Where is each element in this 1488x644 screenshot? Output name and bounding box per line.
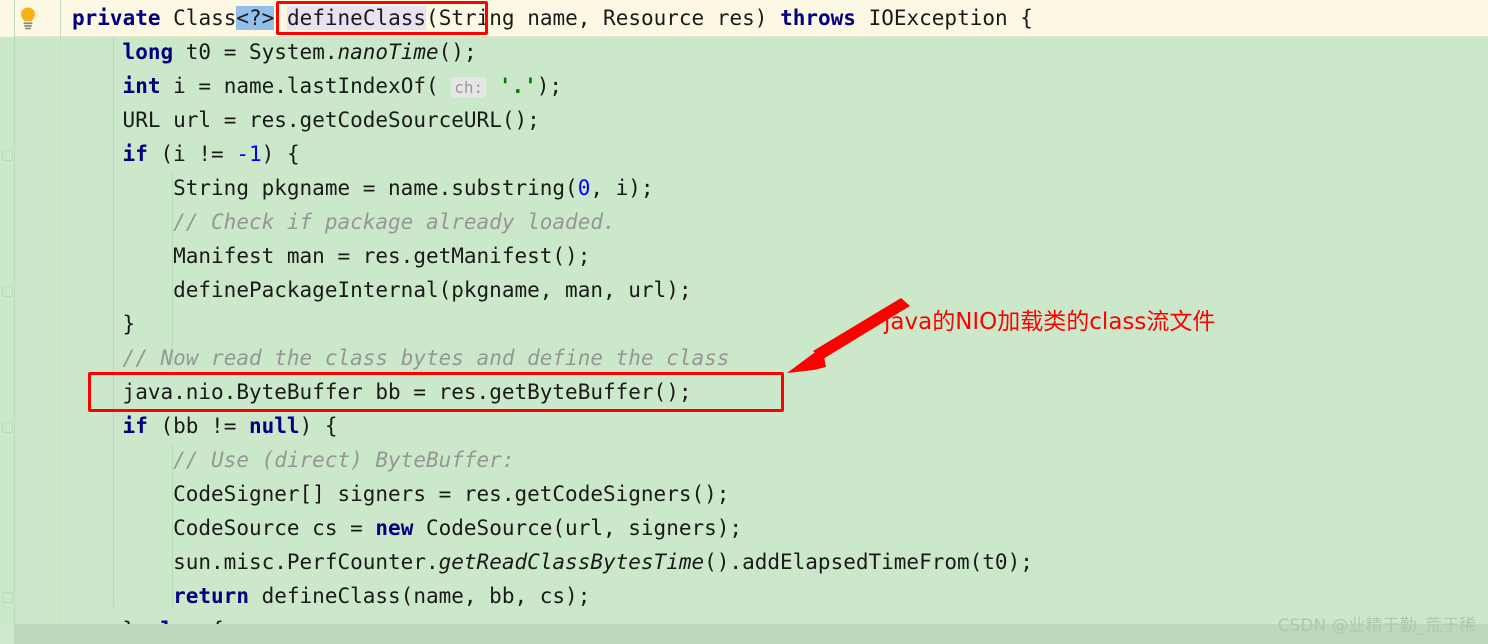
code-token: // Use (direct) ByteBuffer: [173,448,515,472]
code-token: URL url = res.getCodeSourceURL(); [122,108,540,132]
code-token: long [122,40,174,64]
code-token: getReadClassBytesTime [438,550,705,574]
code-token: (); [438,40,477,64]
code-line[interactable]: URL url = res.getCodeSourceURL(); [123,103,540,137]
code-line[interactable]: if (i != -1) { [123,137,300,171]
code-token: return [173,584,249,608]
code-line[interactable]: definePackageInternal(pkgname, man, url)… [173,273,691,307]
code-token: ().addElapsedTimeFrom(t0); [704,550,1033,574]
code-token: Class [160,6,237,30]
annotation-note: java的NIO加载类的class流文件 [884,309,1216,335]
code-line[interactable]: // Use (direct) ByteBuffer: [173,443,514,477]
code-token: ) { [299,414,338,438]
code-token: (String name, Resource res) [426,6,781,30]
code-token: defineClass(name, bb, cs); [248,584,591,608]
code-editor-screenshot: private Class<?> defineClass(String name… [0,0,1488,644]
code-token: definePackageInternal(pkgname, man, url)… [173,278,692,302]
code-token: new [375,516,414,540]
code-line[interactable]: long t0 = System.nanoTime(); [123,35,477,69]
code-line[interactable]: // Now read the class bytes and define t… [123,341,730,375]
code-token: java.nio.ByteBuffer bb = res.getByteBuff… [122,380,692,404]
code-token: CodeSource cs = [173,516,376,540]
code-token: // Now read the class bytes and define t… [122,346,730,370]
code-line[interactable]: CodeSource cs = new CodeSource(url, sign… [173,511,742,545]
code-token: 0 [577,176,591,200]
code-token: } [122,312,136,336]
code-token: sun.misc.PerfCounter. [173,550,439,574]
code-token: Manifest man = res.getManifest(); [173,244,591,268]
code-token: ) { [261,142,300,166]
code-line[interactable]: CodeSigner[] signers = res.getCodeSigner… [173,477,729,511]
editor-bottom-band-gutter [0,624,14,644]
code-token: (bb != [147,414,249,438]
code-token: if [122,142,148,166]
code-line[interactable]: int i = name.lastIndexOf( ch: '.'); [122,69,563,103]
code-token: t0 = System. [173,40,338,64]
code-token: throws [780,6,856,30]
code-token: <?> [236,6,275,30]
code-token: i = name.lastIndexOf( [160,74,452,98]
code-token: defineClass [286,6,427,30]
code-token: int [122,74,161,98]
editor-bottom-band [14,624,1488,644]
code-line[interactable]: if (bb != null) { [123,409,338,443]
code-line[interactable]: } [123,307,136,341]
code-token: if [122,414,148,438]
annotation-arrow [770,285,930,390]
code-line[interactable]: sun.misc.PerfCounter.getReadClassBytesTi… [173,545,1033,579]
code-line[interactable]: return defineClass(name, bb, cs); [173,579,590,613]
code-line[interactable]: // Check if package already loaded. [173,205,616,239]
watermark: CSDN @业精于勤_荒于稀 [1277,616,1476,636]
code-token: -1 [236,142,262,166]
code-token: CodeSource(url, signers); [413,516,743,540]
code-token: CodeSigner[] signers = res.getCodeSigner… [173,482,730,506]
code-token: IOException { [855,6,1033,30]
code-line[interactable]: Manifest man = res.getManifest(); [173,239,590,273]
code-token: private [72,6,161,30]
code-token: ); [536,74,563,98]
code-token: ch: [451,77,487,98]
code-token: String pkgname = name.substring( [173,176,578,200]
code-content[interactable]: private Class<?> defineClass(String name… [0,0,1488,644]
code-line[interactable]: String pkgname = name.substring(0, i); [173,171,653,205]
code-token: , i); [590,176,654,200]
code-line[interactable]: private Class<?> defineClass(String name… [72,1,1033,35]
code-token: (i != [147,142,237,166]
code-token: '.' [498,74,537,98]
code-token: nanoTime [337,40,439,64]
code-token: // Check if package already loaded. [173,210,616,234]
code-token: null [249,414,300,438]
code-line[interactable]: java.nio.ByteBuffer bb = res.getByteBuff… [123,375,692,409]
